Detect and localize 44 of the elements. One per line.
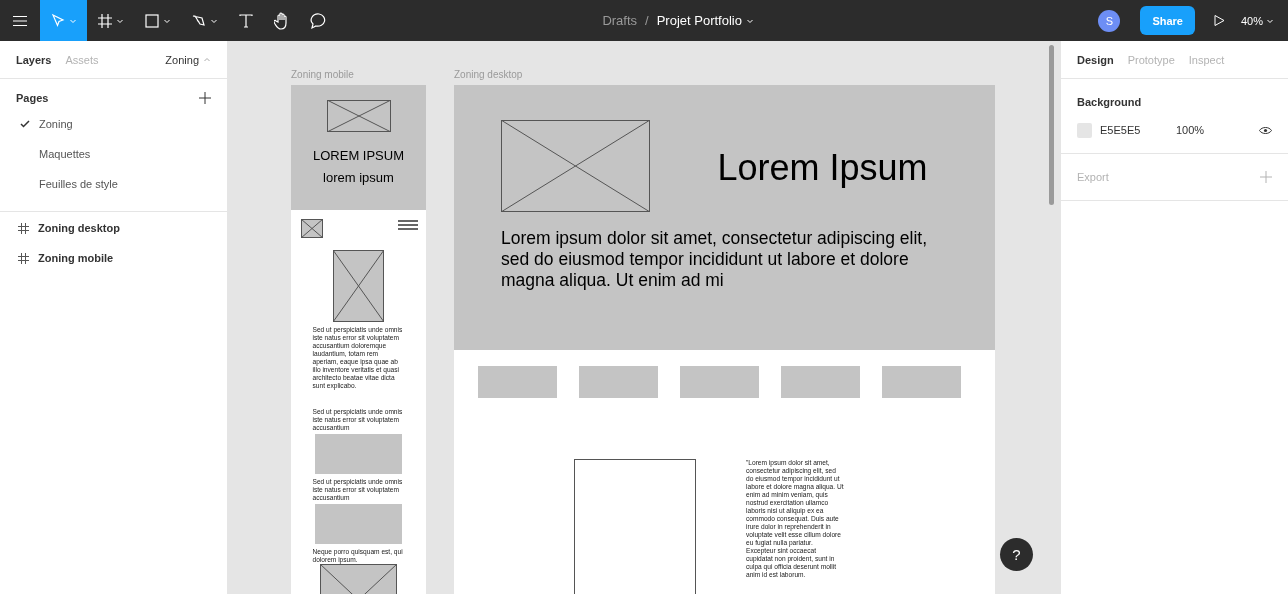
layer-item[interactable]: Zoning mobile	[0, 243, 227, 273]
scrollbar[interactable]	[1049, 45, 1054, 205]
menu-icon	[13, 14, 27, 27]
image-placeholder	[326, 100, 391, 132]
play-icon	[1212, 14, 1225, 27]
panel-tab[interactable]: Layers	[16, 53, 52, 66]
zoom-dropdown[interactable]: 40%	[1232, 8, 1282, 33]
page-item[interactable]: Zoning	[0, 109, 227, 139]
menu-icon	[398, 219, 418, 233]
frame-label: Zoning mobile	[291, 69, 355, 82]
cursor-icon	[50, 12, 66, 29]
hand-icon	[274, 11, 290, 30]
section-title: Background	[1077, 96, 1142, 108]
frame-icon	[18, 222, 29, 234]
section-title: Export	[1077, 171, 1109, 183]
folder-name: Drafts	[602, 13, 638, 28]
chevron-icon	[203, 55, 211, 64]
opacity-value[interactable]: 100%	[1176, 124, 1205, 136]
pen-icon	[191, 12, 207, 29]
color-value[interactable]: E5E5E5	[1100, 124, 1168, 136]
page-item[interactable]: Feuilles de style	[0, 169, 227, 199]
square-icon	[144, 12, 160, 29]
hero-title: Lorem Ipsum	[717, 147, 928, 189]
frame-icon	[18, 252, 29, 264]
page-selector[interactable]: Zoning	[165, 53, 211, 66]
panel-tab[interactable]: Design	[1077, 53, 1114, 66]
image-placeholder	[301, 219, 323, 238]
hero-paragraph: Lorem ipsum dolor sit amet, consectetur adipiscing elit, sed do eiusmod tempor incididunt ut labore et dolore magna aliqua. Ut enim ad mi	[501, 228, 929, 291]
separator: /	[645, 13, 649, 28]
frame-icon	[97, 12, 113, 29]
page-item[interactable]: Maquettes	[0, 139, 227, 169]
color-swatch[interactable]	[1077, 122, 1092, 138]
add-icon[interactable]	[199, 92, 211, 104]
header-title: LOREM IPSUM	[313, 148, 404, 163]
section-title: Pages	[16, 92, 49, 104]
frame-label: Zoning desktop	[454, 69, 524, 82]
eye-icon[interactable]	[1259, 125, 1272, 135]
header-subtitle: lorem ipsum	[323, 170, 394, 185]
text-icon	[238, 12, 254, 29]
layer-item[interactable]: Zoning desktop	[0, 213, 227, 243]
help-button[interactable]: ?	[1000, 538, 1033, 571]
comment-icon	[310, 11, 328, 30]
file-name[interactable]: Projet Portfolio	[656, 13, 754, 28]
image-placeholder	[333, 250, 384, 322]
